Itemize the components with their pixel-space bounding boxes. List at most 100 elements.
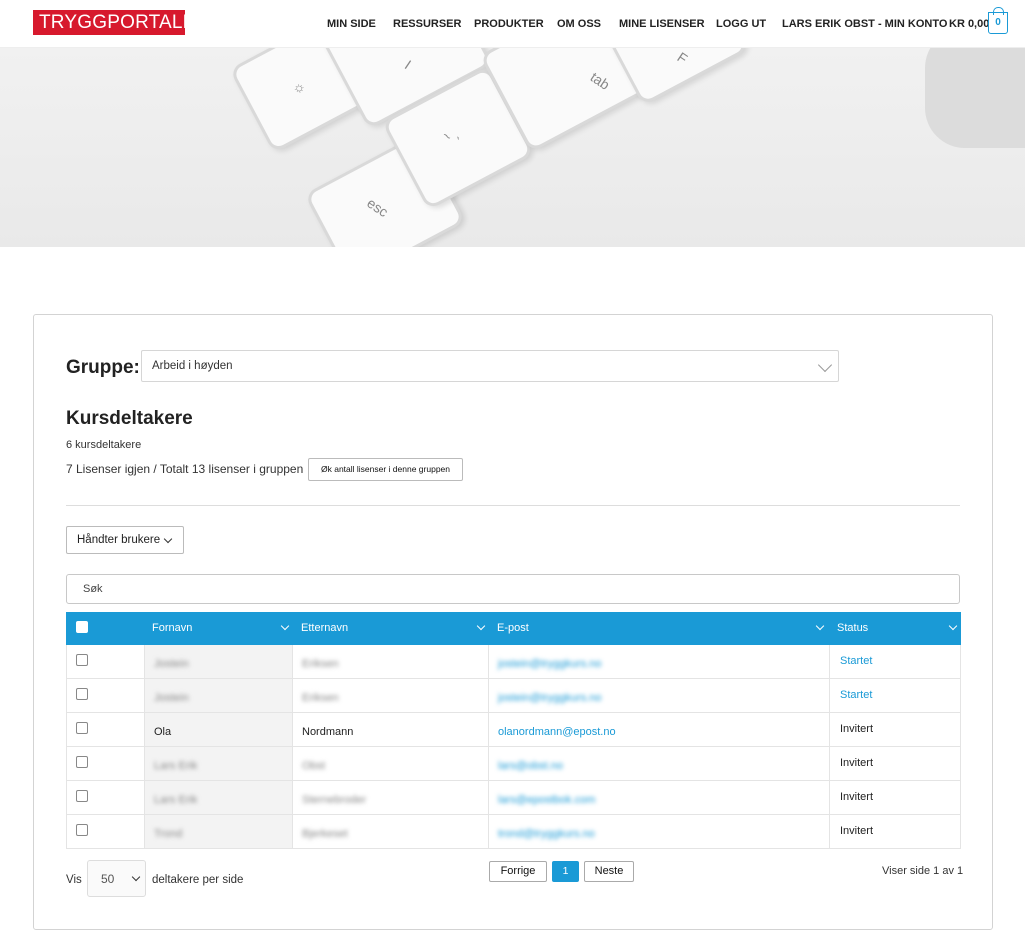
row-checkbox[interactable] — [76, 688, 88, 700]
email-link[interactable]: lars@epostbok.com — [498, 794, 595, 806]
last-name-cell: Sternebroder — [293, 781, 489, 814]
first-name-cell: Lars Erik — [144, 781, 293, 814]
status-text[interactable]: Startet — [840, 655, 872, 667]
column-status[interactable]: Status — [837, 622, 868, 634]
row-checkbox[interactable] — [76, 756, 88, 768]
cart-icon[interactable]: 0 — [988, 7, 1008, 34]
per-page-label: deltakere per side — [152, 874, 244, 886]
group-select[interactable]: Arbeid i høyden — [141, 350, 839, 382]
last-name-cell: Obst — [293, 747, 489, 780]
email-cell: trond@tryggkurs.no — [489, 815, 830, 848]
email-cell: olanordmann@epost.no — [489, 713, 830, 746]
sort-icon[interactable] — [815, 621, 825, 631]
row-select-cell — [67, 781, 144, 814]
column-fornavn[interactable]: Fornavn — [152, 622, 192, 634]
row-select-cell — [67, 747, 144, 780]
table-row: Jostein Eriksen jostein@tryggkurs.no Starte… — [66, 679, 961, 713]
key-label: ~ ` — [439, 127, 463, 150]
email-cell: lars@epostbok.com — [489, 781, 830, 814]
first-name: Jostein — [154, 692, 189, 704]
hero-banner: ☼ I esc ~ ` tab F — [0, 48, 1025, 247]
keyboard-trackpad — [925, 48, 1025, 148]
email-link[interactable]: jostein@tryggkurs.no — [498, 658, 602, 670]
status-cell: Invitert — [830, 713, 960, 746]
nav-mine-lisenser[interactable]: MINE LISENSER — [619, 0, 705, 48]
table-row: Lars Erik Obst lars@obst.no Invitert — [66, 747, 961, 781]
key-label: ☼ — [290, 76, 310, 98]
increase-licenses-button[interactable]: Øk antall lisenser i denne gruppen — [308, 458, 463, 481]
column-epost[interactable]: E-post — [497, 622, 529, 634]
nav-min-konto[interactable]: LARS ERIK OBST - MIN KONTO — [782, 0, 947, 48]
last-name: Sternebroder — [302, 794, 367, 806]
last-name: Eriksen — [302, 692, 339, 704]
email-link[interactable]: trond@tryggkurs.no — [498, 828, 595, 840]
email-link[interactable]: olanordmann@epost.no — [498, 726, 616, 738]
per-page-value: 50 — [101, 872, 115, 886]
search-input[interactable]: Søk — [66, 574, 960, 604]
licenses-card: Gruppe: Arbeid i høyden Kursdeltakere 6 … — [33, 314, 993, 930]
status-cell: Startet — [830, 645, 960, 678]
first-name-cell: Jostein — [144, 645, 293, 678]
sort-icon[interactable] — [948, 621, 958, 631]
status-cell: Invitert — [830, 815, 960, 848]
table-body: Jostein Eriksen jostein@tryggkurs.no Starte… — [66, 645, 961, 849]
sort-icon[interactable] — [280, 621, 290, 631]
key-label: esc — [364, 194, 392, 221]
select-all-checkbox[interactable] — [76, 621, 88, 633]
last-name: Bjerkeset — [302, 828, 348, 840]
status-text: Invitert — [840, 791, 874, 803]
chevron-down-icon — [817, 357, 833, 373]
key-label: F — [674, 48, 691, 67]
last-name: Obst — [302, 760, 326, 772]
row-select-cell — [67, 645, 144, 678]
nav-logg-ut[interactable]: LOGG UT — [716, 0, 766, 48]
last-name: Nordmann — [302, 726, 354, 738]
current-page-button[interactable]: 1 — [552, 861, 579, 882]
status-text: Invitert — [840, 825, 874, 837]
row-checkbox[interactable] — [76, 824, 88, 836]
email-cell: jostein@tryggkurs.no — [489, 645, 830, 678]
nav-ressurser[interactable]: RESSURSER — [393, 0, 461, 48]
row-select-cell — [67, 815, 144, 848]
first-name: Ola — [154, 726, 172, 738]
search-placeholder: Søk — [83, 583, 103, 595]
participants-table: Fornavn Etternavn E-post Status Jostein E… — [66, 612, 961, 849]
first-name-cell: Lars Erik — [144, 747, 293, 780]
first-name-cell: Ola — [144, 713, 293, 746]
nav-om-oss[interactable]: OM OSS — [557, 0, 601, 48]
first-name: Lars Erik — [154, 760, 198, 772]
page-info: Viser side 1 av 1 — [882, 865, 964, 877]
cart-total[interactable]: KR 0,00 — [949, 0, 989, 48]
participants-count: 6 kursdeltakere — [66, 439, 142, 451]
row-select-cell — [67, 713, 144, 746]
nav-produkter[interactable]: PRODUKTER — [474, 0, 544, 48]
sort-icon[interactable] — [476, 621, 486, 631]
first-name: Lars Erik — [154, 794, 198, 806]
last-name-cell: Bjerkeset — [293, 815, 489, 848]
prev-page-button[interactable]: Forrige — [489, 861, 547, 882]
site-logo[interactable]: TRYGGPORTALEN — [33, 10, 209, 35]
per-page-select[interactable]: 50 — [87, 860, 146, 897]
email-link[interactable]: jostein@tryggkurs.no — [498, 692, 602, 704]
first-name: Jostein — [154, 658, 189, 670]
last-name-cell: Nordmann — [293, 713, 489, 746]
status-text: Invitert — [840, 723, 874, 735]
nav-min-side[interactable]: MIN SIDE — [327, 0, 376, 48]
first-name-cell: Trond — [144, 815, 293, 848]
manage-users-label: Håndter brukere — [77, 534, 161, 546]
last-name: Eriksen — [302, 658, 339, 670]
status-text[interactable]: Startet — [840, 689, 872, 701]
table-row: Ola Nordmann olanordmann@epost.no Invitert — [66, 713, 961, 747]
column-etternavn[interactable]: Etternavn — [301, 622, 348, 634]
row-checkbox[interactable] — [76, 654, 88, 666]
email-cell: jostein@tryggkurs.no — [489, 679, 830, 712]
table-row: Jostein Eriksen jostein@tryggkurs.no Starte… — [66, 645, 961, 679]
show-label: Vis — [66, 874, 82, 886]
email-link[interactable]: lars@obst.no — [498, 760, 563, 772]
row-checkbox[interactable] — [76, 790, 88, 802]
manage-users-button[interactable]: Håndter brukere — [66, 526, 184, 554]
divider — [66, 505, 960, 506]
row-checkbox[interactable] — [76, 722, 88, 734]
next-page-button[interactable]: Neste — [584, 861, 634, 882]
status-cell: Invitert — [830, 747, 960, 780]
